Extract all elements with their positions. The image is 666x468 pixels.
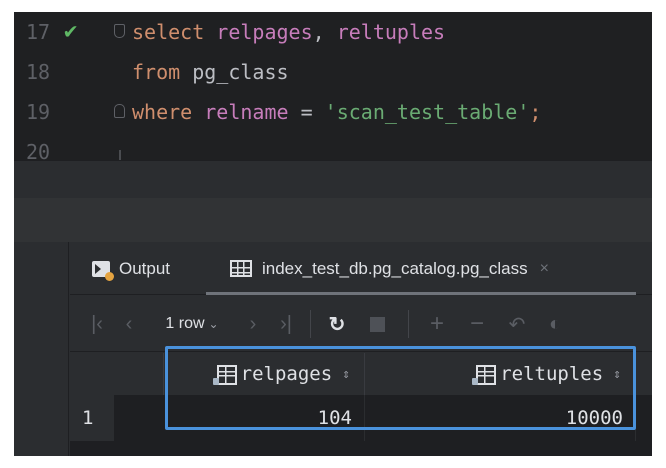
code-token: from [132,60,193,84]
active-tab-indicator [206,292,636,295]
code-token: 'scan_test_table' [324,100,530,124]
delete-row-icon[interactable]: − [460,296,494,352]
add-row-icon[interactable]: + [420,296,454,352]
panel-header-area [14,198,652,242]
code-line[interactable]: 17 ✔ select relpages, reltuples [14,12,652,52]
chevron-down-icon: ⌄ [208,317,219,331]
grid-header-row: relpages ⇕ reltuples ⇕ [70,353,652,395]
code-token: reltuples [336,20,446,44]
editor-splitter[interactable] [14,160,652,198]
code-token: , [312,20,337,44]
console-output-icon [92,260,114,281]
sort-icon[interactable]: ⇕ [342,367,350,382]
row-number-header [114,353,164,395]
line-number: 20 [26,140,51,160]
toolbar-divider [408,310,409,338]
tab-output[interactable]: Output [92,242,170,295]
page-size-label: 1 row [165,315,205,332]
result-tabs: Output index_test_db.pg_catalog.pg_class… [70,242,652,295]
line-number: 17 [26,20,51,44]
line-number: 18 [26,60,51,84]
fold-guide [119,150,121,160]
checkmark-icon: ✔ [64,19,78,44]
cell-reltuples[interactable]: 10000 [365,395,636,441]
code-token: relpages [216,20,313,44]
code-line[interactable]: 18 from pg_class [14,52,652,92]
page-size-selector[interactable]: 1 row ⌄ [150,296,234,352]
code-text: from pg_class [132,52,289,92]
column-name: relpages [240,363,333,385]
panel-side-strip [14,242,69,456]
previous-page-icon[interactable]: ‹ [116,296,142,352]
code-token: = [288,100,325,124]
preview-changes-icon[interactable]: ◐ [538,296,572,352]
refresh-icon[interactable]: ↻ [320,296,354,352]
table-row[interactable]: 1 104 10000 [70,395,652,441]
toolbar-divider [310,310,311,338]
table-icon [230,260,252,277]
sql-editor[interactable]: 17 ✔ select relpages, reltuples 18 from pg_c… [14,12,652,160]
stop-square [369,316,385,332]
line-number: 19 [26,100,51,124]
column-header-reltuples[interactable]: reltuples ⇕ [365,353,636,395]
stop-icon[interactable] [360,296,394,352]
result-toolbar: |‹ ‹ 1 row ⌄ › ›| ↻ + − ↶ ◐ [70,296,652,352]
cell-relpages[interactable]: 104 [165,395,365,441]
row-number[interactable]: 1 [70,395,114,441]
code-line[interactable]: 20 [14,132,652,160]
fold-marker-icon[interactable] [114,24,125,38]
column-icon [212,365,237,385]
tab-result-table[interactable]: index_test_db.pg_catalog.pg_class × [230,242,549,295]
result-grid[interactable]: relpages ⇕ reltuples ⇕ 1 104 10000 [70,346,652,456]
code-token: pg_class [192,60,289,84]
sort-icon[interactable]: ⇕ [613,367,621,382]
code-text: where relname = 'scan_test_table'; [132,92,541,132]
ide-window: 17 ✔ select relpages, reltuples 18 from pg_c… [14,12,652,456]
column-name: reltuples [500,363,604,385]
first-page-icon[interactable]: |‹ [84,296,110,352]
revert-icon[interactable]: ↶ [500,296,534,352]
code-token: ; [529,100,542,124]
code-token: where [132,100,205,124]
tab-output-label: Output [119,258,171,278]
code-token: relname [204,100,289,124]
last-page-icon[interactable]: ›| [270,296,302,352]
services-panel: Output index_test_db.pg_catalog.pg_class… [14,242,652,456]
column-icon [472,365,497,385]
close-icon[interactable]: × [540,260,549,278]
code-line[interactable]: 19 where relname = 'scan_test_table'; [14,92,652,132]
code-text: select relpages, reltuples [132,12,445,52]
code-token: select [132,20,217,44]
column-header-relpages[interactable]: relpages ⇕ [165,353,365,395]
next-page-icon[interactable]: › [240,296,266,352]
fold-marker-icon[interactable] [114,104,125,118]
tab-table-label: index_test_db.pg_catalog.pg_class [262,258,528,278]
